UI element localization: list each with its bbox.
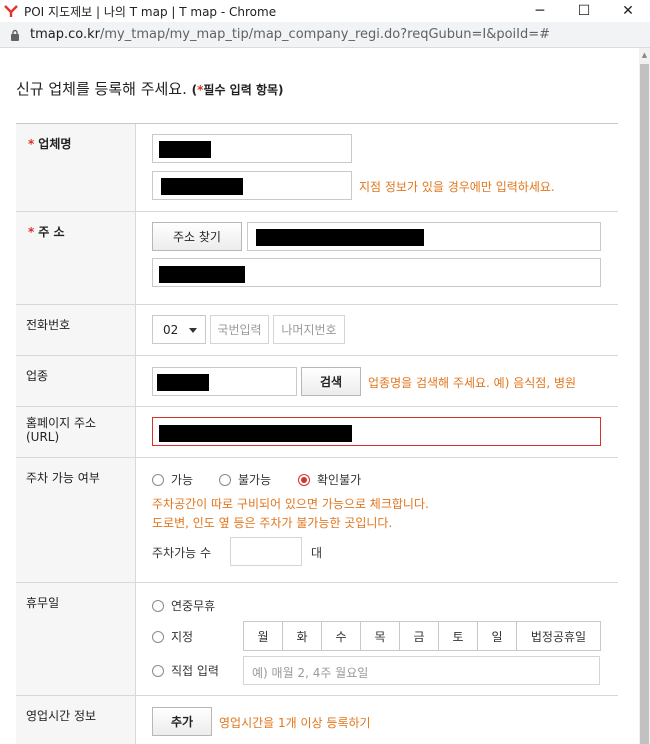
area-code-select[interactable]: 02 xyxy=(152,315,206,344)
day-mon[interactable]: 월 xyxy=(244,622,283,650)
phone-rest-input[interactable]: 나머지번호 xyxy=(273,315,345,344)
tmap-logo-icon xyxy=(4,4,18,18)
minimize-button[interactable]: ─ xyxy=(518,0,562,22)
day-sun[interactable]: 일 xyxy=(478,622,517,650)
row-category: 업종 검색 업종명을 검색해 주세요. 예) 음식점, 병원 xyxy=(16,356,618,407)
url-host: tmap.co.kr xyxy=(30,27,100,42)
address-bar[interactable]: tmap.co.kr/my_tmap/my_map_tip/map_compan… xyxy=(0,22,650,48)
row-address: * 주 소 주소 찾기 xyxy=(16,212,618,305)
address-detail-input[interactable] xyxy=(152,258,601,287)
url-path: /my_tmap/my_map_tip/map_company_regi.do?… xyxy=(100,27,551,42)
window-titlebar: POI 지도제보 | 나의 T map | T map - Chrome ─ ☐… xyxy=(0,0,650,22)
page-content: 신규 업체를 등록해 주세요. (*필수 입력 항목) * 업체명 지점 정보가 … xyxy=(0,48,639,744)
parking-count-label: 주차가능 수 xyxy=(152,546,212,560)
lock-icon xyxy=(10,29,20,41)
label-holiday: 휴무일 xyxy=(16,583,136,695)
holiday-option-specify[interactable]: 지정 xyxy=(152,628,193,645)
parking-option-label: 불가능 xyxy=(238,473,272,487)
holiday-option-direct[interactable]: 직접 입력 xyxy=(152,662,219,679)
label-phone: 전화번호 xyxy=(16,305,136,355)
parking-option-label: 가능 xyxy=(171,473,194,487)
label-hours: 영업시간 정보 xyxy=(16,696,136,744)
required-star: * xyxy=(28,225,35,239)
parking-note-2: 도로변, 인도 옆 등은 주차가 불가능한 곳입니다. xyxy=(152,516,393,530)
label-address-text: 주 소 xyxy=(38,225,65,239)
parking-note-1: 주차공간이 따로 구비되어 있으면 가능으로 체크합니다. xyxy=(152,497,429,511)
day-thu[interactable]: 목 xyxy=(361,622,400,650)
day-public-holiday[interactable]: 법정공휴일 xyxy=(517,622,600,650)
label-category: 업종 xyxy=(16,356,136,406)
row-company-name: * 업체명 지점 정보가 있을 경우에만 입력하세요. xyxy=(16,124,618,212)
radio-circle xyxy=(152,630,164,643)
chevron-down-icon xyxy=(189,328,197,333)
redacted-value xyxy=(161,178,243,195)
label-homepage-line1: 홈페이지 주소 xyxy=(26,416,97,430)
parking-option-unknown[interactable]: 확인불가 xyxy=(298,471,361,488)
holiday-option-label: 연중무휴 xyxy=(171,599,216,613)
address-main-input[interactable] xyxy=(247,222,601,251)
holiday-day-table: 월 화 수 목 금 토 일 법정공휴일 xyxy=(243,621,601,651)
label-homepage-line2: (URL) xyxy=(26,430,60,444)
scroll-up-icon[interactable]: ▲ xyxy=(639,48,650,62)
parking-option-unavailable[interactable]: 불가능 xyxy=(219,471,271,488)
category-search-button[interactable]: 검색 xyxy=(301,367,361,396)
redacted-value xyxy=(159,141,211,158)
day-wed[interactable]: 수 xyxy=(322,622,361,650)
required-note: (*필수 입력 항목) xyxy=(192,83,284,97)
category-input[interactable] xyxy=(152,367,297,396)
radio-circle xyxy=(219,473,231,486)
day-fri[interactable]: 금 xyxy=(400,622,439,650)
company-name-input[interactable] xyxy=(152,134,352,163)
radio-circle xyxy=(152,664,164,677)
label-company-name-text: 업체명 xyxy=(38,137,72,151)
holiday-option-year-round[interactable]: 연중무휴 xyxy=(152,597,215,614)
redacted-value xyxy=(256,229,424,246)
branch-hint: 지점 정보가 있을 경우에만 입력하세요. xyxy=(359,180,555,194)
day-sat[interactable]: 토 xyxy=(439,622,478,650)
branch-name-input[interactable] xyxy=(152,171,352,200)
url-text: tmap.co.kr/my_tmap/my_map_tip/map_compan… xyxy=(30,27,550,42)
parking-count-input[interactable] xyxy=(230,537,302,566)
company-form: * 업체명 지점 정보가 있을 경우에만 입력하세요. * 주 소 주소 찾기 전화… xyxy=(16,123,618,744)
label-company-name: * 업체명 xyxy=(16,124,136,211)
area-code-value: 02 xyxy=(163,322,179,337)
phone-prefix-input[interactable]: 국번입력 xyxy=(210,315,269,344)
maximize-button[interactable]: ☐ xyxy=(562,0,606,22)
row-phone: 전화번호 02 국번입력 나머지번호 xyxy=(16,305,618,356)
category-hint: 업종명을 검색해 주세요. 예) 음식점, 병원 xyxy=(368,376,577,390)
radio-circle xyxy=(152,599,164,612)
hours-hint: 영업시간을 1개 이상 등록하기 xyxy=(219,716,371,730)
label-parking: 주차 가능 여부 xyxy=(16,458,136,582)
radio-circle xyxy=(152,473,164,486)
holiday-option-label: 직접 입력 xyxy=(171,664,219,678)
row-parking: 주차 가능 여부 가능 불가능 확인불가 주차공간이 따로 구비되어 있으면 가… xyxy=(16,458,618,583)
page-heading-text: 신규 업체를 등록해 주세요. xyxy=(16,80,187,98)
label-homepage: 홈페이지 주소 (URL) xyxy=(16,407,136,457)
redacted-value xyxy=(159,425,352,442)
required-star: * xyxy=(28,137,35,151)
required-note-text: 필수 입력 항목) xyxy=(203,83,284,97)
holiday-option-label: 지정 xyxy=(171,630,194,644)
parking-option-label: 확인불가 xyxy=(317,473,362,487)
close-button[interactable]: ✕ xyxy=(606,0,650,22)
row-holiday: 휴무일 연중무휴 지정 월 화 수 목 금 토 일 법정공휴일 직접 입력 예)… xyxy=(16,583,618,696)
row-homepage: 홈페이지 주소 (URL) xyxy=(16,407,618,458)
label-address: * 주 소 xyxy=(16,212,136,304)
row-hours: 영업시간 정보 추가 영업시간을 1개 이상 등록하기 xyxy=(16,696,618,744)
redacted-value xyxy=(159,266,245,283)
homepage-url-input[interactable] xyxy=(152,417,601,446)
scroll-thumb[interactable] xyxy=(640,64,649,744)
page-title: 신규 업체를 등록해 주세요. (*필수 입력 항목) xyxy=(16,78,284,99)
find-address-button[interactable]: 주소 찾기 xyxy=(152,222,242,251)
add-hours-button[interactable]: 추가 xyxy=(152,707,212,736)
redacted-value xyxy=(157,374,209,391)
parking-option-available[interactable]: 가능 xyxy=(152,471,193,488)
holiday-direct-input[interactable]: 예) 매월 2, 4주 월요일 xyxy=(243,656,600,685)
holiday-direct-placeholder: 예) 매월 2, 4주 월요일 xyxy=(252,666,369,680)
vertical-scrollbar[interactable]: ▲ xyxy=(639,48,650,744)
parking-count-unit: 대 xyxy=(311,546,323,560)
radio-circle-selected xyxy=(298,473,310,486)
day-tue[interactable]: 화 xyxy=(283,622,322,650)
window-title: POI 지도제보 | 나의 T map | T map - Chrome xyxy=(24,4,277,19)
